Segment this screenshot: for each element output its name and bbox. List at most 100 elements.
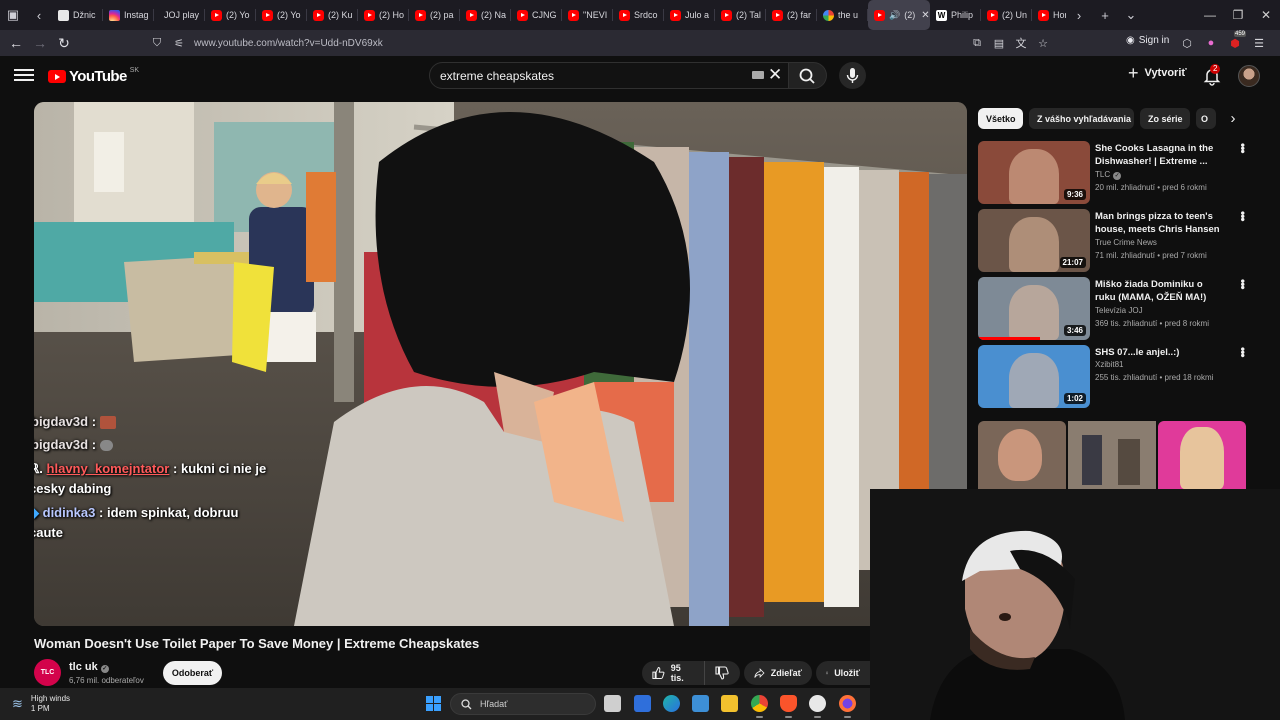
related-video-channel[interactable]: True Crime News [1095,238,1157,247]
picture-in-picture-icon[interactable]: ⧉ [970,36,984,50]
dislike-button[interactable] [704,661,740,685]
windows-start-icon[interactable] [426,696,442,712]
related-video-title[interactable]: Miško žiada Dominiku o ruku (MAMA, OŽEŇ … [1095,278,1225,304]
video-player[interactable]: bigdav3d : bigdav3d : ℝ. hlavny_komejnta… [34,102,967,626]
firefox-icon[interactable] [839,695,856,718]
browser-tab[interactable]: (2) Ho [358,0,409,30]
browser-tab[interactable]: CJNG [511,0,562,30]
translate-icon[interactable]: 文 [1014,36,1028,50]
close-tab-icon[interactable]: ✕ [921,10,929,21]
task-view-icon[interactable] [604,695,621,712]
shield-icon[interactable]: ⛉ [150,36,164,50]
related-video-title[interactable]: She Cooks Lasagna in the Dishwasher! | E… [1095,142,1225,168]
more-actions-icon[interactable]: ••• [1236,279,1250,289]
weather-widget[interactable]: ≋ High winds 1 PM [12,694,70,714]
browser-tab[interactable]: (2) Tal [715,0,766,30]
related-video-item[interactable]: 21:07 Man brings pizza to teen's house, m… [978,209,1268,273]
related-video-thumbnail[interactable] [1158,421,1246,489]
related-video-thumbnail[interactable]: 3:46 [978,277,1090,340]
share-button[interactable]: Zdieľať [744,661,812,685]
extension-ublock-icon[interactable]: ⬢ 459 [1228,31,1247,50]
related-video-thumbnail[interactable] [1068,421,1156,489]
subscribe-button[interactable]: Odoberať [163,661,222,685]
keyboard-icon[interactable] [752,71,764,79]
photos-app-icon[interactable] [692,695,709,712]
more-actions-icon[interactable]: ••• [1236,143,1250,153]
browser-tab[interactable]: Horvá [1032,0,1066,30]
related-video-item[interactable]: 9:36 She Cooks Lasagna in the Dishwasher!… [978,141,1268,205]
related-video-thumbnail[interactable]: 21:07 [978,209,1090,272]
sign-in-button[interactable]: ◉ Sign in [1126,35,1169,46]
chip-from-your-search[interactable]: Z vášho vyhľadávania [1029,108,1134,129]
chips-next-icon[interactable]: › [1222,108,1244,129]
browser-tab[interactable]: W Philip [930,0,981,30]
browser-tab[interactable]: (2) Un [981,0,1032,30]
channel-name[interactable]: tlc uk ✓ [69,661,109,673]
back-icon[interactable]: ← [4,30,28,56]
new-tab-icon[interactable]: + [1092,0,1118,30]
forward-icon[interactable]: → [28,30,52,56]
channel-avatar[interactable]: TLC [34,659,61,686]
guide-menu-icon[interactable] [14,66,34,84]
taskbar-search-input[interactable]: Hľadať [450,693,596,715]
reload-icon[interactable]: ↻ [52,30,76,56]
browser-tab[interactable]: (2) Yo [205,0,256,30]
minimize-icon[interactable]: — [1196,8,1224,22]
bookmark-star-icon[interactable]: ☆ [1036,36,1050,50]
related-video-title[interactable]: Man brings pizza to teen's house, meets … [1095,210,1225,236]
save-button[interactable]: Uložiť [816,661,870,685]
tab-list-menu-icon[interactable]: ⌄ [1118,0,1144,30]
scroll-tabs-right-icon[interactable]: › [1066,0,1092,30]
related-video-channel[interactable]: Televízia JOJ [1095,306,1143,315]
browser-tab[interactable]: (2) Yo [256,0,307,30]
create-button[interactable]: + Vytvoriť [1128,64,1187,82]
browser-tab[interactable]: JOJ play [154,0,205,30]
clear-search-icon[interactable]: ✕ [768,65,782,85]
microsoft-store-icon[interactable] [634,695,651,712]
voice-search-button[interactable] [839,62,866,89]
related-video-thumbnail[interactable]: 1:02 [978,345,1090,408]
edge-browser-icon[interactable] [663,695,680,712]
address-bar[interactable]: ⛉ ⚟ www.youtube.com/watch?v=Udd-nDV69xk [150,33,1050,53]
url-text[interactable]: www.youtube.com/watch?v=Udd-nDV69xk [194,38,383,49]
scroll-tabs-left-icon[interactable]: ‹ [26,0,52,30]
related-video-channel[interactable]: TLC ✓ [1095,170,1122,180]
search-button[interactable] [789,62,827,89]
browser-tab[interactable]: (2) pa [409,0,460,30]
site-permissions-icon[interactable]: ⚟ [172,36,186,50]
browser-tab[interactable]: Džnic [52,0,103,30]
brave-browser-icon[interactable] [780,695,797,718]
search-input[interactable]: extreme cheapskates ✕ [429,62,789,89]
chip-from-series[interactable]: Zo série [1140,108,1190,129]
related-video-channel[interactable]: Xzibit81 [1095,360,1123,369]
browser-tab[interactable]: (2) Na [460,0,511,30]
steam-icon[interactable] [809,695,826,718]
tab-overview-icon[interactable]: ▣ [0,0,26,30]
reader-view-icon[interactable]: ▤ [992,36,1006,50]
browser-tab[interactable]: (2) far [766,0,817,30]
app-menu-icon[interactable]: ☰ [1252,36,1266,50]
related-video-item[interactable]: 1:02 SHS 07...le anjel..:) Xzibit81 255 tis… [978,345,1268,409]
extensions-icon[interactable]: ⬡ [1180,36,1194,50]
related-video-thumbnail[interactable] [978,421,1066,489]
file-explorer-icon[interactable] [721,695,738,712]
audio-playing-icon[interactable]: 🔊 [889,10,900,21]
browser-tab[interactable]: Srdco [613,0,664,30]
related-video-thumbnail[interactable]: 9:36 [978,141,1090,204]
related-video-item[interactable]: 3:46 Miško žiada Dominiku o ruku (MAMA, O… [978,277,1268,341]
chip-more[interactable]: O [1196,108,1216,129]
profile-color-icon[interactable]: ● [1204,36,1218,50]
related-video-title[interactable]: SHS 07...le anjel..:) [1095,346,1225,359]
like-button[interactable]: 95 tis. [642,661,704,685]
chip-all[interactable]: Všetko [978,108,1023,129]
more-actions-icon[interactable]: ••• [1236,347,1250,357]
chrome-icon[interactable] [751,695,768,718]
close-window-icon[interactable]: ✕ [1252,8,1280,22]
account-avatar[interactable] [1238,65,1260,87]
browser-tab[interactable]: "NEVI [562,0,613,30]
browser-tab[interactable]: (2) Ku [307,0,358,30]
youtube-logo[interactable]: YouTube SK [48,67,139,85]
browser-tab[interactable]: 🔊 (2) ✕ [868,0,930,30]
browser-tab[interactable]: the u [817,0,868,30]
browser-tab[interactable]: Julo a [664,0,715,30]
